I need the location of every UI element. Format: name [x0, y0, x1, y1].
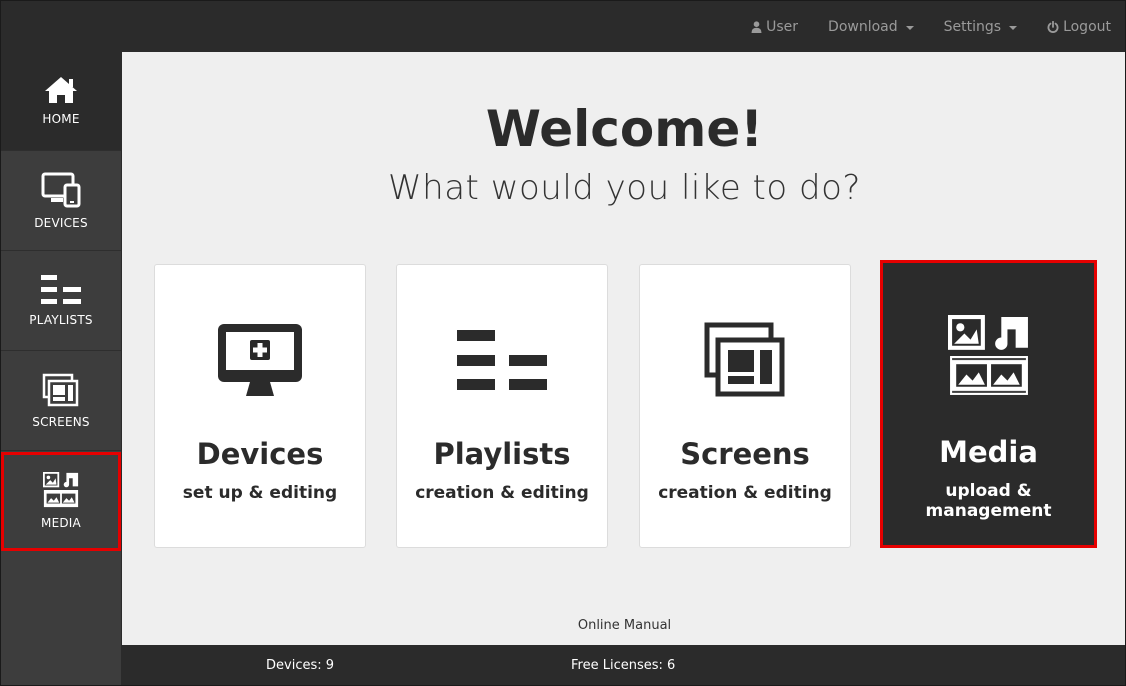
sidebar-item-label: DEVICES: [34, 216, 88, 230]
card-title: Devices: [196, 437, 324, 471]
media-icon: [947, 315, 1028, 395]
card-subtitle-line: upload &: [945, 481, 1032, 501]
free-licenses-count: Free Licenses: 6: [571, 658, 676, 673]
media-icon: [43, 472, 79, 508]
card-icon-wrap: [640, 315, 850, 405]
card-icon-wrap: [883, 311, 1094, 401]
main-content: Welcome! What would you like to do? Devi…: [122, 52, 1125, 645]
screens-icon: [704, 322, 785, 397]
screens-icon: [42, 373, 79, 407]
sidebar-item-home[interactable]: HOME: [1, 52, 121, 151]
sidebar-item-playlists[interactable]: PLAYLISTS: [1, 252, 121, 351]
settings-menu[interactable]: Settings: [943, 18, 1018, 35]
card-subtitle: creation & editing: [658, 483, 832, 503]
card-title: Playlists: [433, 437, 571, 471]
user-icon: [751, 20, 762, 33]
card-subtitle: upload & management: [883, 481, 1094, 521]
sidebar-item-screens[interactable]: SCREENS: [1, 352, 121, 451]
top-bar: User Download Settings Logout: [1, 1, 1125, 52]
download-label: Download: [828, 18, 898, 35]
playlists-icon: [457, 330, 547, 390]
logout-label: Logout: [1063, 18, 1111, 35]
card-title: Media: [939, 435, 1038, 469]
card-title: Screens: [680, 437, 810, 471]
page-title: Welcome!: [485, 100, 764, 158]
chevron-down-icon: [1009, 25, 1018, 30]
monitor-plus-icon: [218, 324, 302, 396]
sidebar-item-media[interactable]: MEDIA: [1, 452, 121, 551]
power-icon: [1047, 20, 1059, 33]
card-subtitle: set up & editing: [182, 483, 338, 503]
sidebar-item-label: HOME: [42, 112, 80, 126]
card-subtitle: creation & editing: [415, 483, 589, 503]
status-footer: Devices: 9 Free Licenses: 6: [122, 645, 1125, 685]
card-icon-wrap: [397, 315, 607, 405]
playlists-card[interactable]: Playlists creation & editing: [396, 264, 608, 548]
media-card[interactable]: Media upload & management: [880, 260, 1097, 548]
card-icon-wrap: [155, 315, 365, 405]
sidebar-item-devices[interactable]: DEVICES: [1, 152, 121, 251]
card-subtitle-line: management: [925, 501, 1052, 521]
sidebar-item-label: MEDIA: [41, 516, 81, 530]
settings-label: Settings: [943, 18, 1002, 35]
sidebar: HOME DEVICES PLAYLISTS SCREENS MEDIA: [1, 52, 122, 685]
devices-icon: [41, 172, 81, 208]
screens-card[interactable]: Screens creation & editing: [639, 264, 851, 548]
download-menu[interactable]: Download: [828, 19, 914, 35]
user-menu[interactable]: User: [751, 19, 798, 35]
sidebar-item-label: PLAYLISTS: [29, 313, 93, 327]
chevron-down-icon: [905, 25, 914, 30]
home-icon: [45, 77, 77, 103]
logout-button[interactable]: Logout: [1047, 19, 1111, 35]
online-manual-link[interactable]: Online Manual: [122, 618, 1125, 633]
playlists-icon: [41, 275, 81, 304]
page-subtitle: What would you like to do?: [388, 168, 861, 208]
app-window: User Download Settings Logout HOME DEVIC…: [0, 0, 1126, 686]
user-label: User: [766, 18, 799, 35]
devices-card[interactable]: Devices set up & editing: [154, 264, 366, 548]
devices-count: Devices: 9: [266, 658, 335, 673]
sidebar-item-label: SCREENS: [32, 415, 90, 429]
top-navigation: User Download Settings Logout: [751, 1, 1111, 52]
